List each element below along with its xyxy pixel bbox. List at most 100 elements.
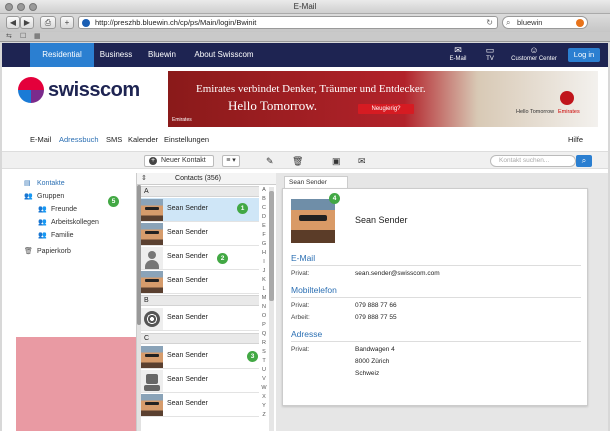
index-letter[interactable]: Q xyxy=(259,331,269,337)
phone-work-label: Arbeit: xyxy=(291,314,310,321)
index-letter[interactable]: T xyxy=(259,358,269,364)
browser-search-input[interactable]: ⌕ bluewin xyxy=(502,16,588,29)
view-options-button[interactable]: ≡ ▾ xyxy=(222,155,240,167)
index-letter[interactable]: E xyxy=(259,223,269,229)
login-button[interactable]: Log in xyxy=(568,48,600,62)
reading-list-icon[interactable]: ☐ xyxy=(20,32,26,40)
add-tab-button[interactable]: + xyxy=(60,16,74,29)
index-letter[interactable]: D xyxy=(259,214,269,220)
index-letter[interactable]: W xyxy=(259,385,269,391)
index-letter[interactable]: X xyxy=(259,394,269,400)
delete-icon[interactable]: 🗑 xyxy=(292,155,303,167)
index-letter[interactable]: F xyxy=(259,232,269,238)
section-header-a: A xyxy=(141,186,259,197)
nav-tv-label: TV xyxy=(486,56,494,62)
menu-adressbuch[interactable]: Adressbuch xyxy=(59,135,99,144)
detail-tab[interactable]: Sean Sender xyxy=(284,176,348,188)
phone-private-value[interactable]: 079 888 77 66 xyxy=(355,302,397,309)
vcard-icon[interactable]: ▣ xyxy=(332,155,341,167)
email-value[interactable]: sean.sender@swisscom.com xyxy=(355,270,440,277)
menu-help[interactable]: Hilfe xyxy=(568,135,583,144)
banner-headline: Emirates verbindet Denker, Träumer und E… xyxy=(196,83,426,95)
menu-kalender[interactable]: Kalender xyxy=(128,135,158,144)
url-bar[interactable]: http://preszhb.bluewin.ch/cp/ps/Main/log… xyxy=(78,16,498,29)
index-letter[interactable]: Y xyxy=(259,403,269,409)
contact-row[interactable]: Sean Sender xyxy=(141,393,259,417)
nav-email-link[interactable]: ✉ E-Mail xyxy=(446,45,470,62)
contact-row[interactable]: Sean Sender xyxy=(141,222,259,246)
contact-row[interactable]: Sean Sender xyxy=(141,307,259,331)
forward-button[interactable]: ▶ xyxy=(20,16,34,29)
menu-sms[interactable]: SMS xyxy=(106,135,122,144)
index-letter[interactable]: J xyxy=(259,268,269,274)
contact-search-input[interactable]: Kontakt suchen... xyxy=(490,155,576,167)
contact-row[interactable]: Sean Sender xyxy=(141,369,259,393)
index-letter[interactable]: I xyxy=(259,259,269,265)
sidebar-item-freunde[interactable]: 👥 Freunde xyxy=(38,205,77,213)
top-sites-icon[interactable]: ▦ xyxy=(34,32,41,40)
sidebar-item-papierkorb[interactable]: 🗑 Papierkorb xyxy=(24,247,71,255)
sidebar-toggle-icon[interactable]: ⇆ xyxy=(6,32,12,40)
sidebar-item-arbeitskollegen[interactable]: 👥 Arbeitskollegen xyxy=(38,218,99,226)
app-menu: E-Mail Adressbuch SMS Kalender Einstellu… xyxy=(2,133,608,147)
swisscom-logo-text[interactable]: swisscom xyxy=(48,79,140,102)
nav-business[interactable]: Business xyxy=(94,43,138,67)
index-letter[interactable]: P xyxy=(259,322,269,328)
contact-row[interactable]: Sean Sender xyxy=(141,345,259,369)
nav-customer-center-link[interactable]: ☺ Customer Center xyxy=(508,45,560,62)
contact-row[interactable]: Sean Sender xyxy=(141,270,259,294)
nav-customer-center-label: Customer Center xyxy=(511,56,557,62)
index-letter[interactable]: U xyxy=(259,367,269,373)
banner-right-brand: Emirates xyxy=(558,109,580,115)
index-letter[interactable]: S xyxy=(259,349,269,355)
share-icon[interactable]: ⎙ xyxy=(40,16,56,29)
send-mail-icon[interactable]: ✉ xyxy=(358,155,366,167)
phone-work-value[interactable]: 079 888 77 55 xyxy=(355,314,397,321)
address-section-title: Adresse xyxy=(291,329,581,342)
browser-toolbar: ◀ ▶ ⎙ + http://preszhb.bluewin.ch/cp/ps/… xyxy=(0,14,610,32)
index-letter[interactable]: M xyxy=(259,295,269,301)
menu-email[interactable]: E-Mail xyxy=(30,135,51,144)
sidebar-item-gruppen[interactable]: 👥 Gruppen xyxy=(24,192,64,200)
contact-name: Sean Sender xyxy=(167,314,208,321)
new-contact-button[interactable]: + Neuer Kontakt xyxy=(144,155,214,167)
index-letter[interactable]: G xyxy=(259,241,269,247)
contact-name: Sean Sender xyxy=(167,253,208,260)
person-placeholder-icon xyxy=(141,247,163,269)
index-letter[interactable]: Z xyxy=(259,412,269,418)
index-letter[interactable]: H xyxy=(259,250,269,256)
banner-cta-button[interactable]: Neugierig? xyxy=(358,104,414,114)
index-letter[interactable]: K xyxy=(259,277,269,283)
contact-row[interactable]: Sean Sender xyxy=(141,246,259,270)
phone-section-title: Mobiltelefon xyxy=(291,285,581,298)
index-letter[interactable]: O xyxy=(259,313,269,319)
sidebar-item-familie[interactable]: 👥 Familie xyxy=(38,231,74,239)
index-letter[interactable]: N xyxy=(259,304,269,310)
nav-bluewin[interactable]: Bluewin xyxy=(140,43,184,67)
address-line: 8000 Zürich xyxy=(355,358,390,365)
section-header-c: C xyxy=(141,333,259,344)
index-letter[interactable]: L xyxy=(259,286,269,292)
nav-tv-link[interactable]: ▭ TV xyxy=(480,45,500,62)
index-letter[interactable]: V xyxy=(259,376,269,382)
search-engine-icon[interactable] xyxy=(576,19,584,27)
reload-icon[interactable]: ↻ xyxy=(486,17,493,28)
ad-banner[interactable]: Emirates verbindet Denker, Träumer und E… xyxy=(168,71,598,127)
index-letter[interactable]: B xyxy=(259,196,269,202)
menu-einstellungen[interactable]: Einstellungen xyxy=(164,135,209,144)
nav-about-swisscom[interactable]: About Swisscom xyxy=(188,43,260,67)
back-button[interactable]: ◀ xyxy=(6,16,20,29)
browser-search-value: bluewin xyxy=(517,18,543,27)
phone-private-label: Privat: xyxy=(291,302,310,309)
sidebar-item-label: Arbeitskollegen xyxy=(51,219,99,226)
nav-residential[interactable]: Residential xyxy=(30,43,94,67)
contact-search-button[interactable]: ⌕ xyxy=(576,155,592,167)
sidebar-item-kontakte[interactable]: ▤ Kontakte xyxy=(24,179,65,187)
index-scrollbar[interactable] xyxy=(269,187,274,431)
swisscom-logo-icon[interactable] xyxy=(18,77,44,103)
index-letter[interactable]: C xyxy=(259,205,269,211)
contact-photo xyxy=(141,394,163,416)
edit-icon[interactable]: ✎ xyxy=(266,155,274,167)
index-letter[interactable]: R xyxy=(259,340,269,346)
index-letter[interactable]: A xyxy=(259,187,269,193)
